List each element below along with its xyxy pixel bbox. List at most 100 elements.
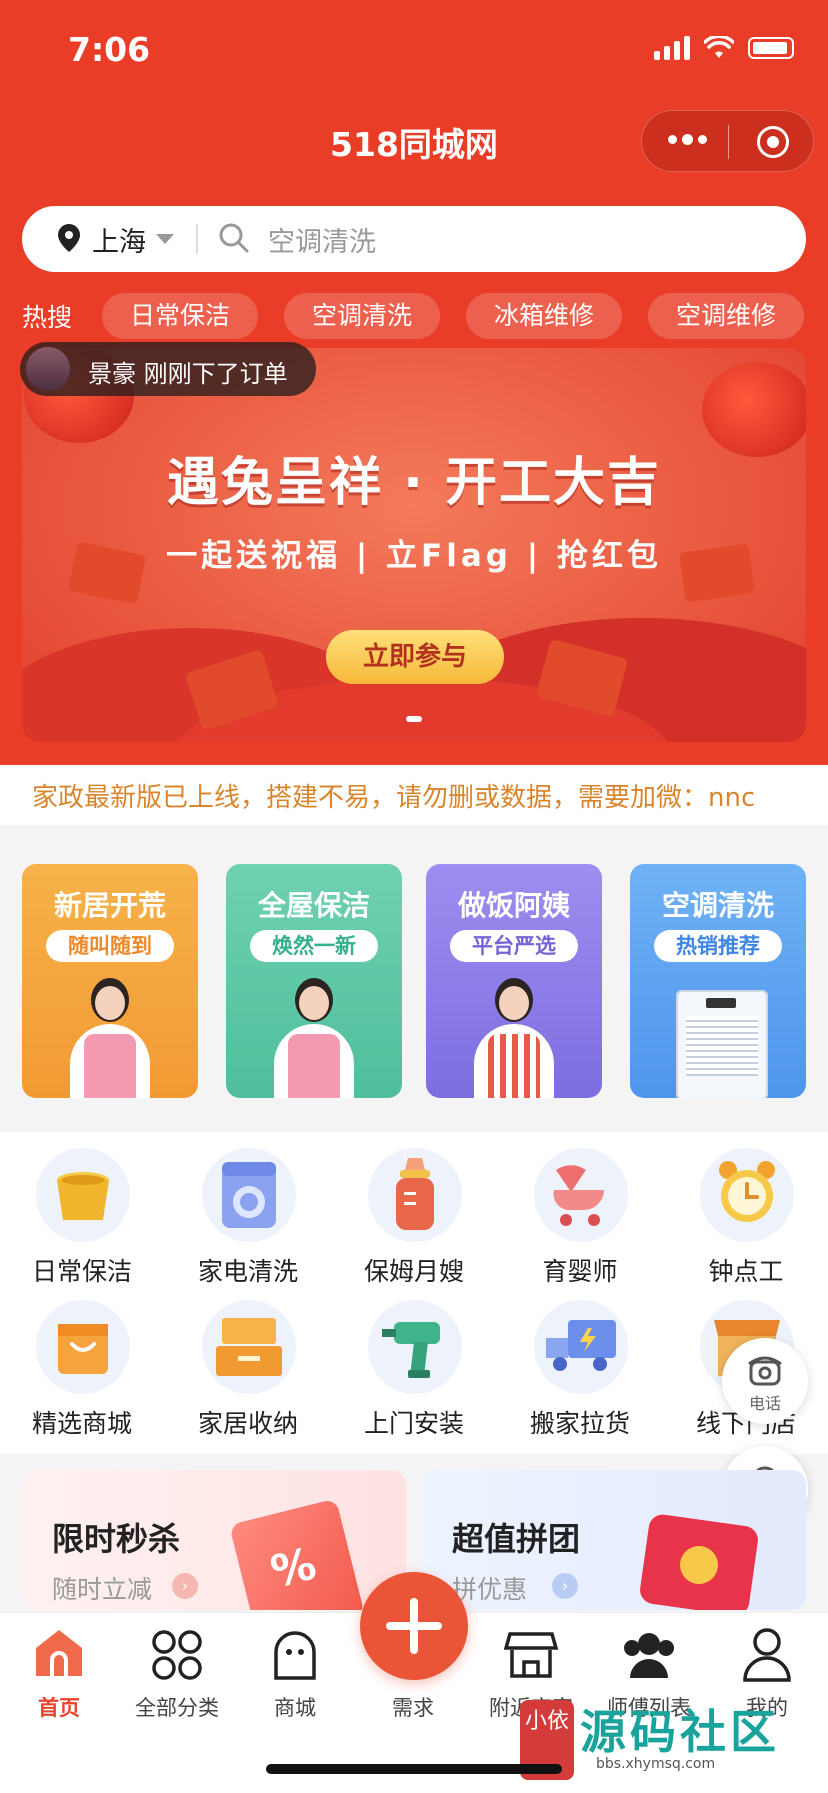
watermark-seal-text: 小依	[524, 1709, 569, 1734]
apron	[488, 1034, 540, 1098]
phone-float-button[interactable]: 电话	[722, 1338, 808, 1424]
grid-item-moving[interactable]: 搬家拉货	[500, 1286, 660, 1438]
tab-label: 需求	[392, 1696, 434, 1720]
grid-item-label: 精选商城	[31, 1409, 132, 1438]
card-title: 空调清洗	[661, 889, 774, 922]
tab-all-categories[interactable]: 全部分类	[118, 1622, 236, 1722]
join-now-button[interactable]: 立即参与	[326, 630, 504, 684]
grid-item-childcare[interactable]: 育婴师	[500, 1134, 660, 1286]
card-new-home[interactable]: 新居开荒 随叫随到	[22, 864, 198, 1098]
banner-subtitle: 一起送祝福 | 立Flag | 抢红包	[166, 538, 662, 574]
grid-item-label: 保姆月嫂	[363, 1257, 464, 1286]
grid-item-daily-cleaning[interactable]: 日常保洁	[2, 1134, 162, 1286]
grid-item-storage[interactable]: 家居收纳	[168, 1286, 328, 1438]
hot-chip[interactable]: 空调清洗	[284, 293, 440, 339]
notice-text: 家政最新版已上线，搭建不易，请勿删或数据，需要加微：nnc	[32, 783, 756, 813]
alarm-clock-icon	[719, 1161, 775, 1222]
mini-program-capsule	[641, 110, 814, 172]
stroller-icon	[553, 1165, 604, 1226]
promo-banner[interactable]: 遇兔呈祥 · 开工大吉 一起送祝福 | 立Flag | 抢红包 立即参与	[22, 348, 806, 742]
tab-demand[interactable]: 需求	[354, 1622, 472, 1722]
card-title: 做饭阿姨	[457, 889, 570, 922]
arrow-right-icon: ›	[552, 1573, 578, 1599]
status-icons	[654, 36, 794, 60]
person-face	[499, 986, 529, 1020]
city-selector[interactable]: 上海	[92, 220, 146, 259]
card-badge: 焕然一新	[250, 930, 378, 962]
grid-item-label: 上门安装	[363, 1409, 464, 1438]
signal-icon	[654, 36, 690, 60]
tab-home[interactable]: 首页	[0, 1622, 118, 1722]
grid-item-label: 日常保洁	[31, 1257, 132, 1286]
tab-label: 全部分类	[135, 1696, 219, 1720]
hot-chip[interactable]: 冰箱维修	[466, 293, 622, 339]
home-indicator	[266, 1764, 562, 1774]
grid-item-installation[interactable]: 上门安装	[334, 1286, 494, 1438]
tab-label: 商城	[274, 1696, 316, 1720]
watermark-logo: 小依 源码社区 bbs.xhymsq.com	[520, 1696, 820, 1786]
grid-item-label: 搬家拉货	[529, 1409, 630, 1438]
group-buy-card[interactable]: 超值拼团 拼优惠 ›	[422, 1470, 806, 1610]
card-title: 全屋保洁	[257, 889, 370, 922]
arrow-right-icon: ›	[172, 1573, 198, 1599]
grid-item-appliance-cleaning[interactable]: 家电清洗	[168, 1134, 328, 1286]
card-badge: 平台严选	[450, 930, 578, 962]
card-ac-cleaning[interactable]: 空调清洗 热销推荐	[630, 864, 806, 1098]
capsule-divider	[728, 125, 729, 159]
search-icon	[219, 223, 249, 253]
search-input[interactable]: 空调清洗	[268, 220, 376, 259]
banner-title: 遇兔呈祥 · 开工大吉	[167, 453, 661, 513]
promo-subtitle: 拼优惠	[452, 1575, 528, 1604]
tab-mall[interactable]: 商城	[236, 1622, 354, 1722]
card-badge: 热销推荐	[654, 930, 782, 962]
wifi-icon	[704, 36, 734, 58]
close-target-icon[interactable]	[757, 126, 789, 158]
grid-icon	[152, 1630, 202, 1680]
grid-item-label: 育婴师	[542, 1257, 618, 1286]
grid-item-nanny[interactable]: 保姆月嫂	[334, 1134, 494, 1286]
grid-item-hourly-worker[interactable]: 钟点工	[666, 1134, 826, 1286]
more-icon[interactable]	[668, 134, 707, 145]
order-toast-text: 景豪 刚刚下了订单	[88, 360, 288, 388]
air-conditioner-icon	[676, 990, 768, 1098]
grid-item-label: 家电清洗	[197, 1257, 298, 1286]
notice-marquee: 家政最新版已上线，搭建不易，请勿删或数据，需要加微：nnc	[0, 765, 828, 825]
search-bar[interactable]: 上海 空调清洗	[22, 206, 806, 272]
apron	[84, 1034, 136, 1098]
location-pin-icon	[58, 224, 80, 252]
card-whole-house[interactable]: 全屋保洁 焕然一新	[226, 864, 402, 1098]
person-face	[95, 986, 125, 1020]
coupon-icon: %	[229, 1498, 365, 1610]
flash-sale-card[interactable]: 限时秒杀 随时立减 › %	[22, 1470, 406, 1610]
user-icon	[743, 1628, 791, 1682]
watermark-title: 源码社区	[580, 1705, 780, 1759]
hot-chip[interactable]: 空调维修	[648, 293, 804, 339]
card-title: 新居开荒	[53, 889, 166, 922]
truck-icon	[546, 1320, 616, 1371]
baby-bottle-icon	[396, 1158, 434, 1230]
battery-icon	[748, 37, 794, 59]
home-icon	[36, 1630, 82, 1676]
watermark-url: bbs.xhymsq.com	[596, 1756, 716, 1772]
drill-icon	[382, 1322, 440, 1378]
promo-title: 超值拼团	[452, 1520, 581, 1558]
hot-search-label: 热搜	[22, 303, 73, 332]
grid-item-label: 钟点工	[708, 1257, 784, 1286]
phone-icon	[748, 1356, 782, 1386]
card-badge: 随叫随到	[46, 930, 174, 962]
grid-item-label: 家居收纳	[197, 1409, 298, 1438]
card-cooking[interactable]: 做饭阿姨 平台严选	[426, 864, 602, 1098]
hot-chip[interactable]: 日常保洁	[102, 293, 258, 339]
grid-item-mall[interactable]: 精选商城	[2, 1286, 162, 1438]
carousel-indicator	[406, 716, 422, 722]
avatar	[26, 347, 70, 391]
tab-label: 首页	[38, 1696, 80, 1720]
shopping-bag-icon	[58, 1324, 108, 1374]
order-toast: 景豪 刚刚下了订单	[20, 342, 316, 396]
workers-icon	[624, 1633, 674, 1678]
storefront-icon	[504, 1632, 558, 1678]
shop-face-icon	[274, 1631, 316, 1680]
storage-box-icon	[216, 1318, 282, 1376]
washing-machine-icon	[222, 1162, 276, 1228]
search-divider	[196, 224, 198, 254]
